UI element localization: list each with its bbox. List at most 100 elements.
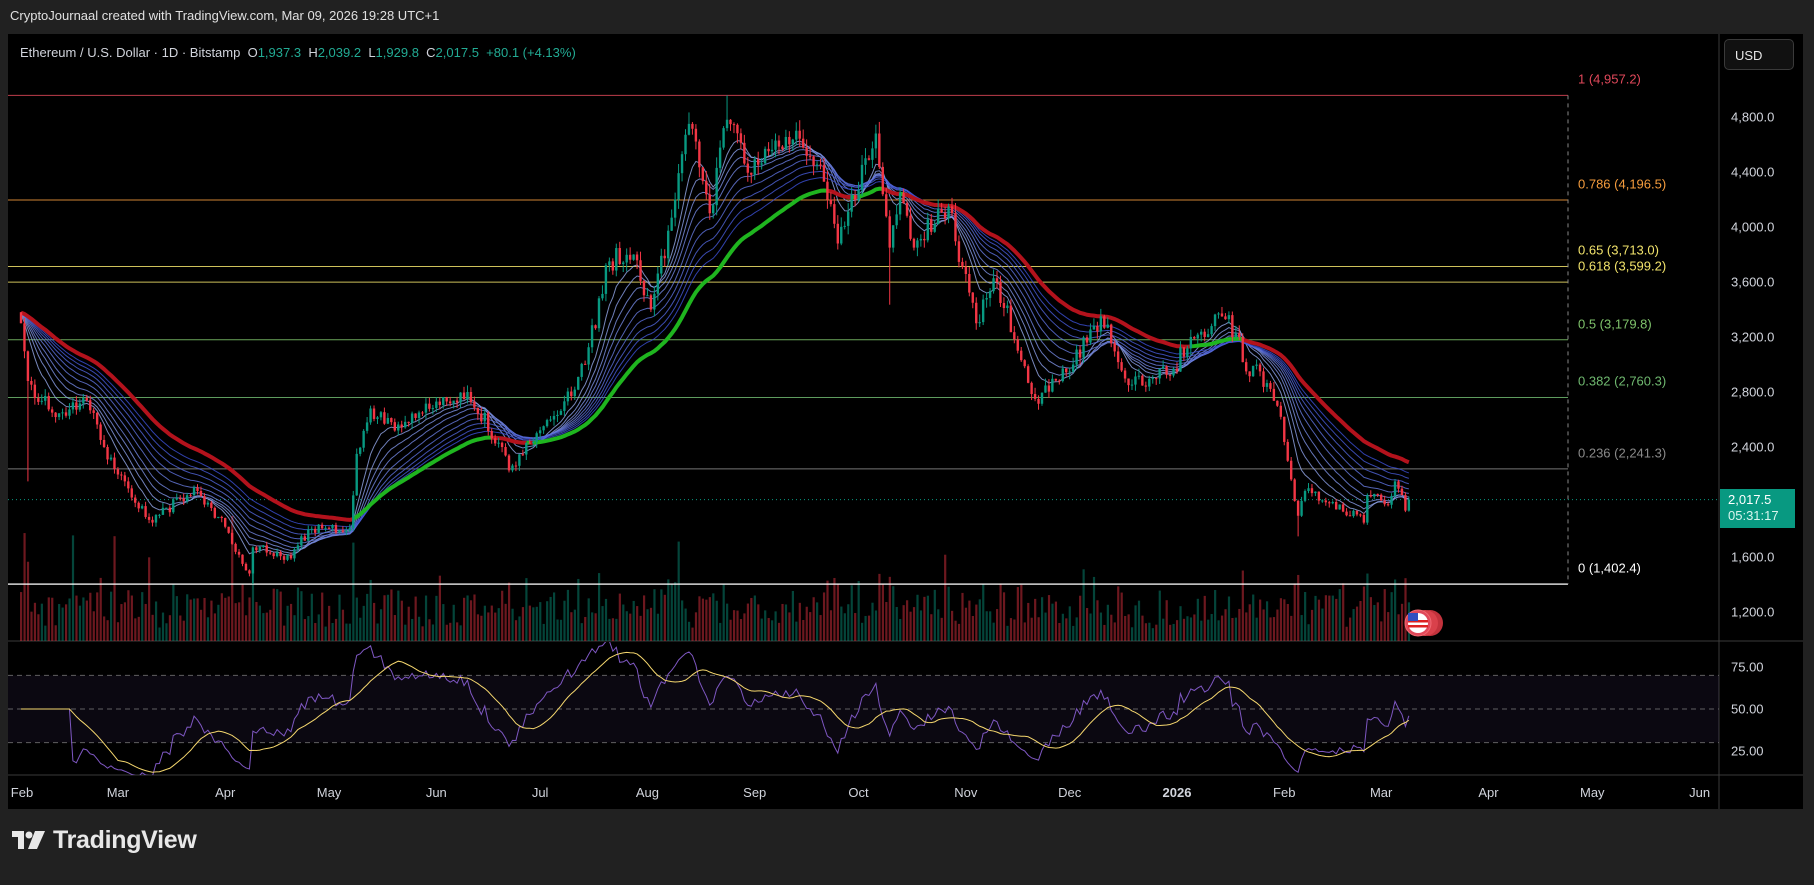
volume-bar	[795, 621, 798, 641]
candle-body	[279, 552, 282, 557]
candle-body	[1155, 378, 1158, 380]
volume-bar	[134, 618, 137, 641]
candle-body	[1283, 416, 1286, 442]
candle-body	[241, 554, 244, 564]
fib-level-label: 0 (1,402.4)	[1578, 560, 1641, 576]
candle-body	[303, 536, 307, 541]
candle	[490, 428, 493, 444]
us-flag-event-icon[interactable]	[1404, 609, 1443, 637]
volume-bar	[1314, 595, 1317, 641]
candle-body	[753, 159, 756, 175]
symbol-title[interactable]: Ethereum / U.S. Dollar · 1D · Bitstamp	[20, 45, 240, 60]
candle-body	[808, 155, 812, 157]
volume-bar	[764, 610, 767, 641]
candle-body	[936, 208, 940, 225]
candle-body	[1068, 371, 1071, 373]
candle	[864, 148, 867, 175]
candle	[1286, 439, 1289, 462]
tradingview-logo[interactable]: TradingView	[12, 826, 197, 855]
candle-body	[1379, 494, 1383, 501]
volume-bar	[587, 598, 590, 641]
candle-body	[532, 441, 535, 444]
candle-body	[673, 199, 677, 218]
candle-body	[262, 545, 265, 547]
candle-body	[999, 282, 1002, 303]
ema-ribbon-line	[20, 146, 1409, 552]
candle	[293, 547, 296, 562]
volume-bar	[625, 611, 628, 641]
volume-bar	[341, 609, 345, 641]
volume-bar	[1317, 599, 1321, 641]
volume-bar	[1193, 614, 1196, 641]
price-tick-label: 2,800.0	[1731, 384, 1775, 400]
candle	[968, 267, 971, 297]
candle	[971, 292, 974, 309]
candle-body	[1130, 384, 1134, 386]
candle	[33, 379, 37, 405]
candle	[1220, 306, 1224, 317]
last-price-tag: 2,017.5 05:31:17	[1720, 489, 1795, 528]
candle	[857, 181, 860, 202]
volume-bar	[435, 595, 438, 641]
candle	[1241, 333, 1244, 363]
candle	[1248, 371, 1251, 383]
candle-body	[383, 412, 386, 424]
candle	[878, 121, 881, 170]
candle-body	[573, 389, 576, 397]
candle-body	[175, 498, 178, 500]
volume-bar	[148, 557, 151, 641]
candle	[120, 471, 123, 481]
volume-bar	[328, 605, 331, 641]
candle	[684, 129, 687, 161]
candle	[241, 554, 244, 567]
candle-body	[888, 216, 891, 248]
candle-body	[660, 255, 663, 274]
candle-body	[1307, 488, 1310, 491]
volume-bar	[244, 615, 248, 641]
candle	[217, 516, 220, 519]
volume-bar	[272, 588, 275, 641]
candle-body	[1179, 347, 1182, 372]
candle-body	[203, 496, 206, 505]
candle	[563, 395, 566, 416]
candle-body	[995, 278, 999, 282]
candle-body	[718, 147, 722, 168]
candle	[1404, 492, 1407, 513]
candle-body	[961, 261, 964, 267]
candle	[1265, 379, 1269, 392]
candle	[1020, 346, 1023, 362]
tradingview-logo-icon	[12, 830, 45, 849]
currency-button[interactable]: USD	[1724, 39, 1794, 70]
candle-body	[746, 163, 750, 173]
volume-bar	[483, 605, 486, 641]
candle	[147, 513, 151, 524]
volume-bar	[40, 603, 43, 641]
candle-body	[968, 273, 971, 293]
volume-bar	[1072, 625, 1075, 641]
candle	[1255, 359, 1258, 370]
candle-body	[47, 395, 50, 410]
chart-canvas[interactable]	[0, 0, 1814, 885]
volume-bar	[719, 622, 722, 641]
volume-bar	[355, 597, 358, 641]
candle-body	[1317, 491, 1321, 501]
candle-body	[895, 214, 898, 226]
volume-bar	[511, 608, 514, 641]
candle-body	[1165, 366, 1168, 375]
candle	[417, 410, 421, 424]
candle-body	[1020, 350, 1023, 361]
candle-body	[365, 422, 369, 431]
candle	[580, 362, 583, 381]
candle-body	[75, 402, 78, 410]
candle-body	[414, 413, 417, 418]
candle-body	[1241, 337, 1244, 363]
candle-body	[400, 424, 403, 428]
candle	[1016, 335, 1019, 354]
candle-body	[705, 181, 708, 195]
candle	[313, 526, 317, 537]
fib-retracement[interactable]	[8, 94, 1569, 585]
candle-body	[1314, 491, 1317, 494]
volume-bar	[957, 623, 961, 641]
candle-body	[192, 487, 196, 496]
candle-body	[1310, 488, 1314, 494]
